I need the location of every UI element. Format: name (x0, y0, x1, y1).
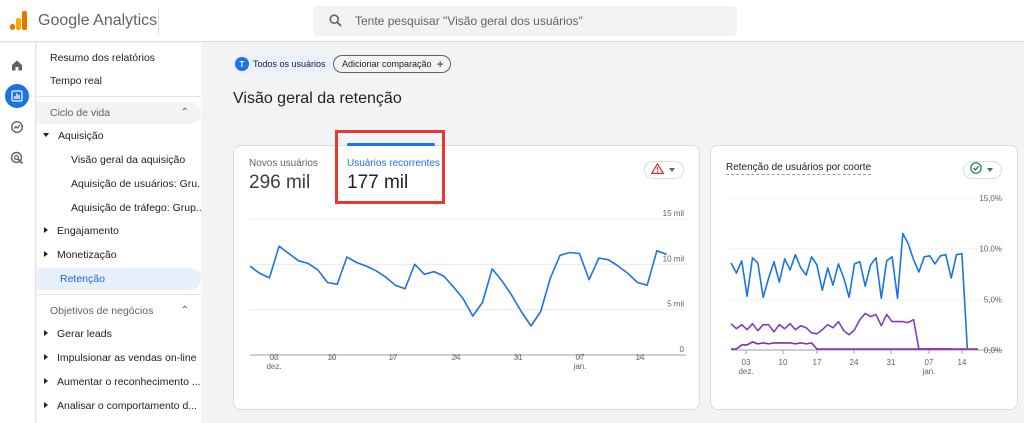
series-line-1 (730, 232, 969, 349)
x-tick-label: 31 (887, 358, 896, 367)
y-tick-label: 5,0% (984, 295, 1002, 304)
x-tick-label: 14 (958, 358, 967, 367)
x-tick-label: 03 (742, 358, 751, 367)
y-tick-label: 0,0% (984, 346, 1002, 355)
x-tick-label: 17 (813, 358, 822, 367)
x-tick-label: 10 (779, 358, 788, 367)
x-tick-sublabel: dez. (738, 367, 753, 376)
y-tick-label: 15,0% (979, 194, 1002, 203)
cohort-retention-chart: 0,0% 5,0% 10,0% 15,0% 03dez. 10 17 24 31 07jan. 14 (730, 194, 1002, 376)
series-line-3 (731, 341, 978, 350)
x-tick-label: 07 (925, 358, 934, 367)
x-tick-sublabel: jan. (922, 367, 936, 376)
y-tick-label: 10,0% (979, 245, 1002, 254)
x-tick-label: 24 (850, 358, 859, 367)
